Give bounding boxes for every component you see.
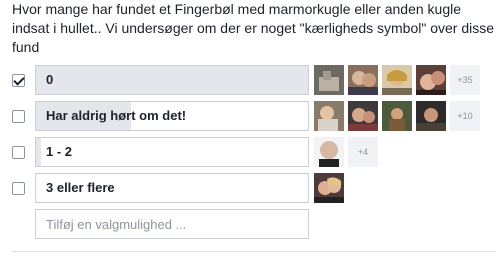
option-label: 0 <box>46 72 54 87</box>
option-bar[interactable]: 0 <box>35 65 309 95</box>
voter-avatar[interactable] <box>314 173 344 203</box>
more-voters-count[interactable]: +4 <box>348 137 378 167</box>
option-checkbox[interactable] <box>12 110 25 123</box>
divider <box>12 251 496 252</box>
voter-avatar[interactable] <box>314 137 344 167</box>
vote-fill <box>36 66 308 94</box>
poll-option-row: Har aldrig hørt om det! +10 <box>0 101 496 131</box>
voter-avatar[interactable] <box>348 101 378 131</box>
vote-fill <box>36 138 42 166</box>
more-voters-count[interactable]: +35 <box>450 65 480 95</box>
option-bar[interactable]: 1 - 2 <box>35 137 309 167</box>
voter-avatar[interactable] <box>382 101 412 131</box>
voter-avatar[interactable] <box>314 101 344 131</box>
poll-option-row: 1 - 2 +4 <box>0 137 496 167</box>
option-bar[interactable]: 3 eller flere <box>35 173 309 203</box>
option-checkbox[interactable] <box>12 146 25 159</box>
option-bar[interactable]: Har aldrig hørt om det! <box>35 101 309 131</box>
add-option-input[interactable] <box>35 209 309 239</box>
voter-avatar[interactable] <box>348 65 378 95</box>
voter-avatar[interactable] <box>382 65 412 95</box>
voter-avatar[interactable] <box>314 65 344 95</box>
more-voters-count[interactable]: +10 <box>450 101 480 131</box>
voter-avatar[interactable] <box>416 101 446 131</box>
poll-question: Hvor mange har fundet et Fingerbøl med m… <box>12 1 495 55</box>
voter-avatar[interactable] <box>416 65 446 95</box>
option-label: 1 - 2 <box>46 144 73 159</box>
option-label: 3 eller flere <box>46 180 115 195</box>
option-checkbox[interactable] <box>12 182 25 195</box>
option-checkbox[interactable] <box>12 74 25 87</box>
poll-option-row: 3 eller flere <box>0 173 496 203</box>
poll-option-row: 0 +35 <box>0 65 496 95</box>
option-label: Har aldrig hørt om det! <box>46 108 187 123</box>
